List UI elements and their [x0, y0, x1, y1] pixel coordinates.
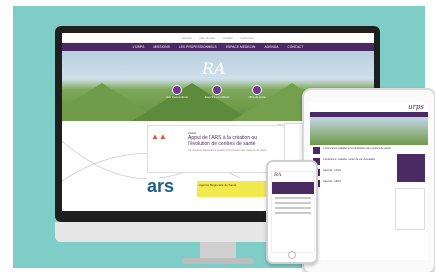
home-button-icon[interactable] [288, 251, 296, 259]
site-logo[interactable]: RA [202, 59, 226, 78]
phone-banner [272, 182, 314, 194]
msp-logo-icon: ▲▲ [151, 132, 167, 141]
quicklink-label: Exercice en cabinet [204, 95, 230, 99]
list-item-text: L'Assurance maladie et la Fédération des… [323, 147, 393, 150]
list-item-text: Conférence: maladie, santé de vie, Actua… [323, 158, 375, 161]
quicklink-label: Offre de soins [248, 95, 266, 99]
tablet-hero [310, 117, 428, 145]
tablet-screen: urps L'Assurance maladie et la Fédératio… [310, 102, 428, 260]
list-item-text: Agenda - 18/04 [323, 180, 341, 183]
quicklinks: Nos interventions Exercice en cabinet Of… [162, 85, 272, 99]
nav-item[interactable]: MISSIONS [153, 45, 169, 49]
tablet-device: urps L'Assurance maladie et la Fédératio… [302, 88, 435, 272]
quicklink-icon [172, 85, 182, 95]
quicklink[interactable]: Offre de soins [242, 85, 272, 99]
quicklink-icon [212, 85, 222, 95]
list-item-text: Agenda - 12/04 [323, 169, 341, 172]
card-title[interactable]: Appui de l'ARS à la création ou l'évolut… [188, 135, 278, 147]
monitor-base [182, 258, 254, 264]
nav-item[interactable]: AGENDA [264, 45, 278, 49]
top-utility-bar: accueil plan du site contact recherche [62, 33, 374, 43]
tablet-logo[interactable]: urps [310, 102, 428, 112]
phone-text-line [275, 197, 311, 199]
nav-item[interactable]: ESPACE MEDECIN [226, 45, 256, 49]
phone-text-line [275, 212, 311, 214]
nav-item[interactable]: CONTACT [288, 45, 304, 49]
tablet-sidebar-box[interactable] [397, 154, 425, 182]
phone-text-line [275, 207, 311, 209]
topbar-link[interactable]: recherche [241, 36, 254, 40]
quicklink[interactable]: Exercice en cabinet [202, 85, 232, 99]
quicklink-icon [252, 85, 262, 95]
ars-logo: ars [147, 176, 175, 196]
phone-screen: RA [271, 171, 315, 253]
topbar-link[interactable]: plan du site [199, 36, 214, 40]
main-nav: L'URPS MISSIONS LES PROFESSIONNELS ESPAC… [62, 43, 374, 51]
phone-text-line [275, 202, 311, 204]
device-mockup-scene: accueil plan du site contact recherche L… [0, 0, 435, 272]
topbar-link[interactable]: accueil [182, 36, 191, 40]
phone-logo[interactable]: RA [272, 172, 314, 182]
ars-banner[interactable]: ars Agence Régionale de Santé [147, 176, 283, 200]
nav-item[interactable]: LES PROFESSIONNELS [179, 45, 217, 49]
topbar-link[interactable]: contact [223, 36, 233, 40]
list-item-icon [313, 147, 320, 154]
quicklink[interactable]: Nos interventions [162, 85, 192, 99]
news-card[interactable]: ▲▲ Article Appui de l'ARS à la création … [147, 125, 285, 173]
nav-item[interactable]: L'URPS [133, 45, 145, 49]
quicklink-label: Nos interventions [166, 95, 188, 99]
phone-device: RA [266, 160, 318, 264]
card-description: Un nouveau dispositif de soutien a la cr… [188, 149, 269, 152]
tablet-sidebar-list [395, 188, 425, 230]
